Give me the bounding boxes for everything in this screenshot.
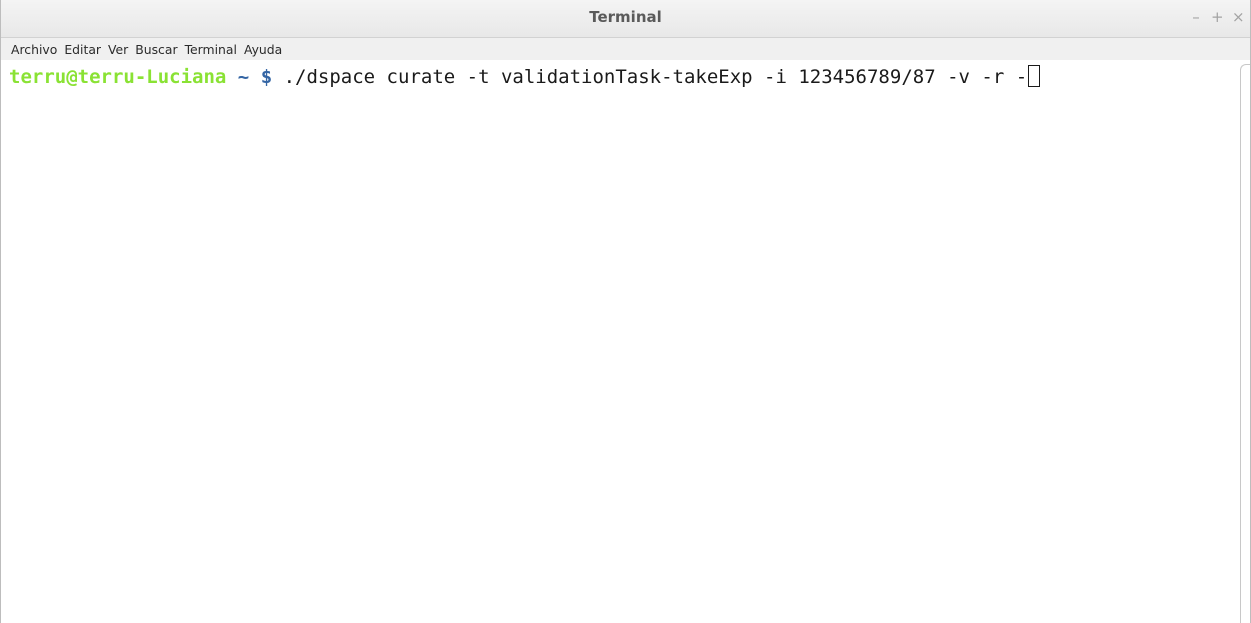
text-cursor xyxy=(1028,65,1041,87)
terminal-output-area[interactable]: terru@terru-Luciana ~ $ ./dspace curate … xyxy=(1,60,1250,623)
minimize-icon[interactable]: – xyxy=(1190,8,1202,26)
maximize-icon[interactable]: + xyxy=(1211,8,1224,26)
menu-archivo[interactable]: Archivo xyxy=(8,40,61,59)
prompt-symbol: $ xyxy=(260,66,273,88)
menu-terminal[interactable]: Terminal xyxy=(182,40,241,59)
vertical-scrollbar[interactable] xyxy=(1240,64,1250,623)
close-icon[interactable]: × xyxy=(1232,8,1245,26)
menu-buscar[interactable]: Buscar xyxy=(132,40,181,59)
command-line: terru@terru-Luciana ~ $ ./dspace curate … xyxy=(9,65,1041,89)
prompt-path: ~ xyxy=(237,66,250,88)
menu-ayuda[interactable]: Ayuda xyxy=(241,40,286,59)
menu-editar[interactable]: Editar xyxy=(61,40,105,59)
window-controls: – + × xyxy=(1190,8,1244,26)
command-text: ./dspace curate -t validationTask-takeEx… xyxy=(283,66,1028,88)
terminal-window: Terminal – + × Archivo Editar Ver Buscar… xyxy=(0,0,1251,623)
menu-bar: Archivo Editar Ver Buscar Terminal Ayuda xyxy=(1,38,1250,60)
menu-ver[interactable]: Ver xyxy=(105,40,132,59)
title-bar[interactable]: Terminal – + × xyxy=(1,0,1250,38)
prompt-user-host: terru@terru-Luciana xyxy=(9,66,227,88)
window-title: Terminal xyxy=(589,8,662,26)
